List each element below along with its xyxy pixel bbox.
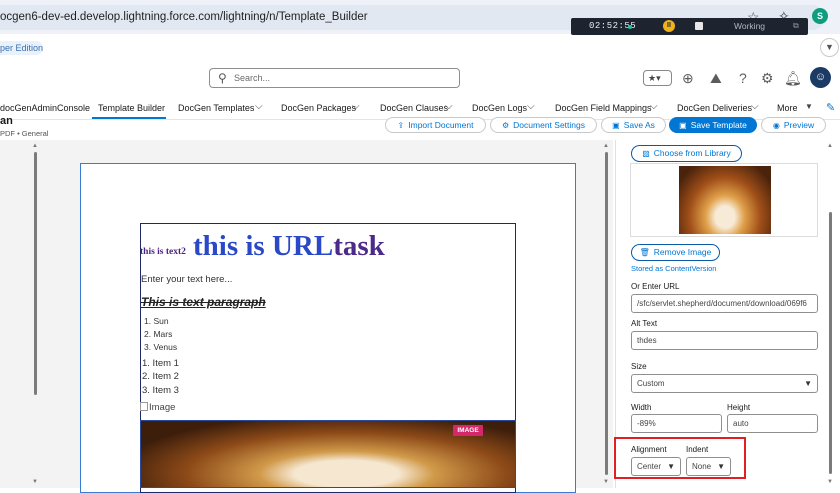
- url-label: Or Enter URL: [631, 282, 680, 291]
- favorites-star-icon[interactable]: ★▾: [643, 70, 672, 86]
- chevron-down-icon[interactable]: ⌵: [445, 101, 453, 112]
- url-text[interactable]: ocgen6-dev-ed.develop.lightning.force.co…: [0, 11, 368, 23]
- caret-down-icon[interactable]: ▼: [805, 102, 813, 111]
- import-document-button[interactable]: ⇪ Import Document: [385, 117, 486, 133]
- nav-tab-docgen-deliveries[interactable]: DocGen Deliveries: [677, 103, 752, 113]
- page-title: an: [0, 115, 13, 127]
- chevron-down-icon[interactable]: ⌵: [352, 101, 360, 112]
- image-badge: IMAGE: [453, 425, 483, 436]
- trash-icon: 🗑︎: [639, 248, 650, 257]
- upload-icon: ⇪: [397, 121, 405, 130]
- gear-icon[interactable]: ⚙: [761, 70, 774, 87]
- text-block[interactable]: Enter your text here...: [141, 274, 232, 285]
- search-placeholder: Search...: [234, 73, 271, 83]
- gear-icon: ⚙: [502, 121, 510, 130]
- help-icon[interactable]: ?: [739, 70, 747, 86]
- canvas-scrollbar[interactable]: [605, 152, 608, 475]
- bell-icon[interactable]: 🔔︎: [784, 70, 802, 87]
- scroll-up-icon[interactable]: ▲: [32, 143, 38, 149]
- list-item[interactable]: 3. Venus: [144, 342, 177, 352]
- recording-dot-icon: [628, 25, 632, 29]
- list-item[interactable]: 1. Sun: [144, 316, 169, 326]
- list-item[interactable]: 3. Item 3: [142, 385, 179, 396]
- stop-icon[interactable]: [695, 22, 703, 30]
- remove-image-button[interactable]: 🗑︎ Remove Image: [631, 244, 720, 261]
- add-icon[interactable]: ⊕: [682, 70, 694, 87]
- chevron-down-icon[interactable]: ⌵: [527, 101, 535, 112]
- screen-recorder-bar: 02:52:55 II Working ⧉: [571, 18, 808, 35]
- nav-tab-admin-console[interactable]: docGenAdminConsole: [0, 103, 90, 113]
- height-label: Height: [727, 403, 751, 412]
- app-nav-bar: docGenAdminConsole Template Builder DocG…: [0, 97, 840, 118]
- alt-text-input[interactable]: thdes: [631, 331, 818, 350]
- scroll-up-icon[interactable]: ▲: [603, 143, 609, 149]
- list-item[interactable]: 1. Item 1: [142, 358, 179, 369]
- size-label: Size: [631, 362, 647, 371]
- profile-avatar[interactable]: S: [812, 8, 828, 24]
- scroll-up-icon[interactable]: ▲: [827, 143, 833, 149]
- image-icon: ▨: [642, 149, 650, 158]
- save-as-button[interactable]: ▣ Save As: [601, 117, 666, 133]
- caret-down-icon: ▼: [804, 379, 812, 388]
- image-url-input[interactable]: /sfc/servlet.shepherd/document/download/…: [631, 294, 818, 313]
- image-thumbnail: [679, 166, 771, 234]
- global-search-input[interactable]: ⚲ Search...: [209, 68, 460, 88]
- chevron-down-icon[interactable]: ▼: [820, 38, 839, 57]
- save-icon: ▣: [612, 121, 620, 130]
- list-item[interactable]: 2. Item 2: [142, 371, 179, 382]
- width-label: Width: [631, 403, 652, 412]
- width-input[interactable]: -89%: [631, 414, 722, 433]
- size-select[interactable]: Custom ▼: [631, 374, 818, 393]
- left-scrollbar[interactable]: [34, 152, 37, 395]
- heading-task-text: task: [333, 230, 385, 262]
- choose-from-library-button[interactable]: ▨ Choose from Library: [631, 145, 742, 162]
- nav-tab-docgen-clauses[interactable]: DocGen Clauses: [380, 103, 448, 113]
- scroll-down-icon[interactable]: ▼: [32, 479, 38, 485]
- nav-tab-field-mappings[interactable]: DocGen Field Mappings: [555, 103, 652, 113]
- nav-tab-template-builder[interactable]: Template Builder: [98, 103, 165, 113]
- trailhead-icon[interactable]: ⛰: [710, 70, 722, 87]
- nav-tab-docgen-packages[interactable]: DocGen Packages: [281, 103, 356, 113]
- document-settings-button[interactable]: ⚙ Document Settings: [490, 117, 597, 133]
- save-template-button[interactable]: ▣ Save Template: [669, 117, 757, 133]
- scroll-down-icon[interactable]: ▼: [827, 479, 833, 485]
- heading-large[interactable]: this is URLtask: [193, 230, 385, 263]
- search-icon: ⚲: [218, 71, 227, 85]
- scroll-down-icon[interactable]: ▼: [603, 479, 609, 485]
- chevron-down-icon[interactable]: ⌵: [650, 101, 658, 112]
- chevron-down-icon[interactable]: ⌵: [255, 101, 263, 112]
- broken-image[interactable]: Image: [140, 402, 175, 413]
- preview-button[interactable]: ◉ Preview: [761, 117, 826, 133]
- panel-scrollbar[interactable]: [829, 212, 832, 474]
- heading-small[interactable]: this is text2: [140, 247, 186, 257]
- recorder-status: Working: [734, 21, 766, 31]
- height-input[interactable]: auto: [727, 414, 818, 433]
- list-item[interactable]: 2. Mars: [144, 329, 172, 339]
- external-link-icon[interactable]: ⧉: [793, 21, 799, 31]
- edition-text: per Edition: [0, 43, 44, 53]
- nav-tab-docgen-logs[interactable]: DocGen Logs: [472, 103, 527, 113]
- highlight-box: [614, 437, 746, 479]
- save-icon: ▣: [679, 121, 687, 130]
- storage-note: Stored as ContentVersion: [631, 264, 717, 273]
- alt-text-label: Alt Text: [631, 319, 658, 328]
- page-subtitle: PDF • General: [0, 129, 49, 138]
- pencil-icon[interactable]: ✎: [826, 101, 835, 114]
- heading-url-text: this is URL: [193, 230, 334, 262]
- eye-icon: ◉: [772, 121, 780, 130]
- chevron-down-icon[interactable]: ⌵: [751, 101, 759, 112]
- broken-image-icon: [140, 402, 148, 411]
- user-avatar[interactable]: ☺: [810, 67, 831, 88]
- pause-icon[interactable]: II: [663, 20, 675, 32]
- paragraph-block[interactable]: This is text paragraph: [141, 295, 266, 309]
- nav-more[interactable]: More: [777, 103, 798, 113]
- nav-tab-docgen-templates[interactable]: DocGen Templates: [178, 103, 254, 113]
